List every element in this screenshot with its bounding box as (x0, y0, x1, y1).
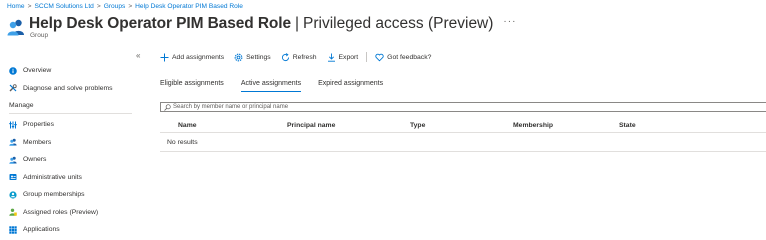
collapse-sidebar-icon[interactable]: « (136, 51, 140, 60)
breadcrumb-home[interactable]: Home (7, 3, 25, 10)
settings-button[interactable]: Settings (234, 53, 271, 62)
gear-icon (234, 53, 243, 62)
page-header: Help Desk Operator PIM Based Role | Priv… (7, 15, 516, 45)
feedback-button[interactable]: Got feedback? (375, 53, 431, 62)
breadcrumb-groups[interactable]: Groups (104, 3, 126, 10)
sidebar-item-assigned-roles[interactable]: Assigned roles (Preview) (0, 204, 150, 222)
breadcrumb-separator: > (27, 3, 32, 10)
sidebar-item-label: Group memberships (23, 191, 85, 199)
sidebar-item-properties[interactable]: Properties (0, 116, 150, 134)
breadcrumb-tenant[interactable]: SCCM Solutions Ltd (34, 3, 93, 10)
column-header-state[interactable]: State (619, 122, 636, 129)
sidebar-item-owners[interactable]: Owners (0, 151, 150, 169)
sidebar-item-label: Diagnose and solve problems (23, 84, 113, 92)
sidebar-item-label: Applications (23, 226, 60, 234)
column-header-membership[interactable]: Membership (513, 122, 553, 129)
page-subtitle: Privileged access (Preview) (303, 15, 494, 32)
add-assignments-label: Add assignments (172, 53, 225, 61)
search-input[interactable]: Search by member name or principal name (160, 102, 766, 112)
properties-icon (9, 121, 17, 129)
tab-expired-assignments[interactable]: Expired assignments (318, 80, 383, 92)
feedback-label: Got feedback? (387, 53, 432, 61)
search-icon (164, 103, 171, 111)
sidebar-divider (9, 113, 132, 114)
sidebar-item-applications[interactable]: Applications (0, 221, 150, 239)
sidebar-item-label: Members (23, 138, 52, 146)
sidebar-item-members[interactable]: Members (0, 134, 150, 152)
download-icon (327, 53, 336, 62)
breadcrumb: Home > SCCM Solutions Ltd > Groups > Help Desk… (7, 3, 243, 10)
sidebar-item-label: Overview (23, 67, 52, 75)
table-header: Name Principal name Type Membership Stat… (160, 117, 766, 133)
settings-label: Settings (246, 53, 271, 61)
members-icon (9, 138, 17, 147)
admin-units-icon (9, 173, 17, 181)
export-label: Export (338, 53, 359, 61)
info-icon (9, 66, 17, 75)
toolbar-divider (366, 52, 368, 62)
page-title: Help Desk Operator PIM Based Role (29, 15, 292, 32)
breadcrumb-separator: > (96, 3, 101, 10)
export-button[interactable]: Export (327, 53, 359, 62)
column-header-type[interactable]: Type (410, 122, 425, 129)
sidebar-item-label: Administrative units (23, 173, 82, 181)
title-separator: | (295, 15, 300, 32)
heart-icon (375, 53, 384, 62)
applications-icon (9, 226, 17, 234)
table-empty-row: No results (160, 134, 766, 152)
plus-icon (160, 53, 169, 62)
sidebar-section-manage: Manage (9, 101, 34, 109)
refresh-label: Refresh (292, 53, 317, 61)
tab-active-assignments[interactable]: Active assignments (240, 80, 302, 92)
refresh-button[interactable]: Refresh (281, 52, 317, 62)
column-header-principal-name[interactable]: Principal name (287, 122, 335, 129)
refresh-icon (281, 52, 290, 62)
breadcrumb-separator: > (128, 3, 133, 10)
sidebar-item-overview[interactable]: Overview (0, 62, 150, 80)
tab-eligible-assignments[interactable]: Eligible assignments (160, 80, 224, 92)
sidebar-item-label: Properties (23, 121, 54, 129)
sidebar-item-label: Assigned roles (Preview) (23, 208, 99, 216)
breadcrumb-current[interactable]: Help Desk Operator PIM Based Role (135, 3, 243, 10)
sidebar-item-diagnose[interactable]: Diagnose and solve problems (0, 80, 150, 98)
resource-type-label: Group (30, 32, 49, 39)
command-bar: Add assignments Settings Refresh Export … (160, 52, 441, 62)
assignment-tabs: Eligible assignments Active assignments … (160, 80, 400, 92)
search-placeholder: Search by member name or principal name (173, 104, 289, 110)
add-assignments-button[interactable]: Add assignments (160, 53, 224, 62)
wrench-icon (9, 84, 17, 92)
sidebar-item-administrative-units[interactable]: Administrative units (0, 169, 150, 187)
more-options-icon[interactable]: ··· (503, 16, 516, 27)
group-icon (7, 18, 25, 36)
sidebar-item-group-memberships[interactable]: Group memberships (0, 186, 150, 204)
empty-results-text: No results (167, 139, 198, 146)
column-header-name[interactable]: Name (178, 122, 197, 129)
owners-icon (9, 156, 17, 164)
sidebar-item-label: Owners (23, 156, 47, 164)
sidebar-nav: Overview Diagnose and solve problems Man… (0, 62, 150, 239)
assigned-roles-icon (9, 208, 17, 217)
group-memberships-icon (9, 191, 17, 199)
